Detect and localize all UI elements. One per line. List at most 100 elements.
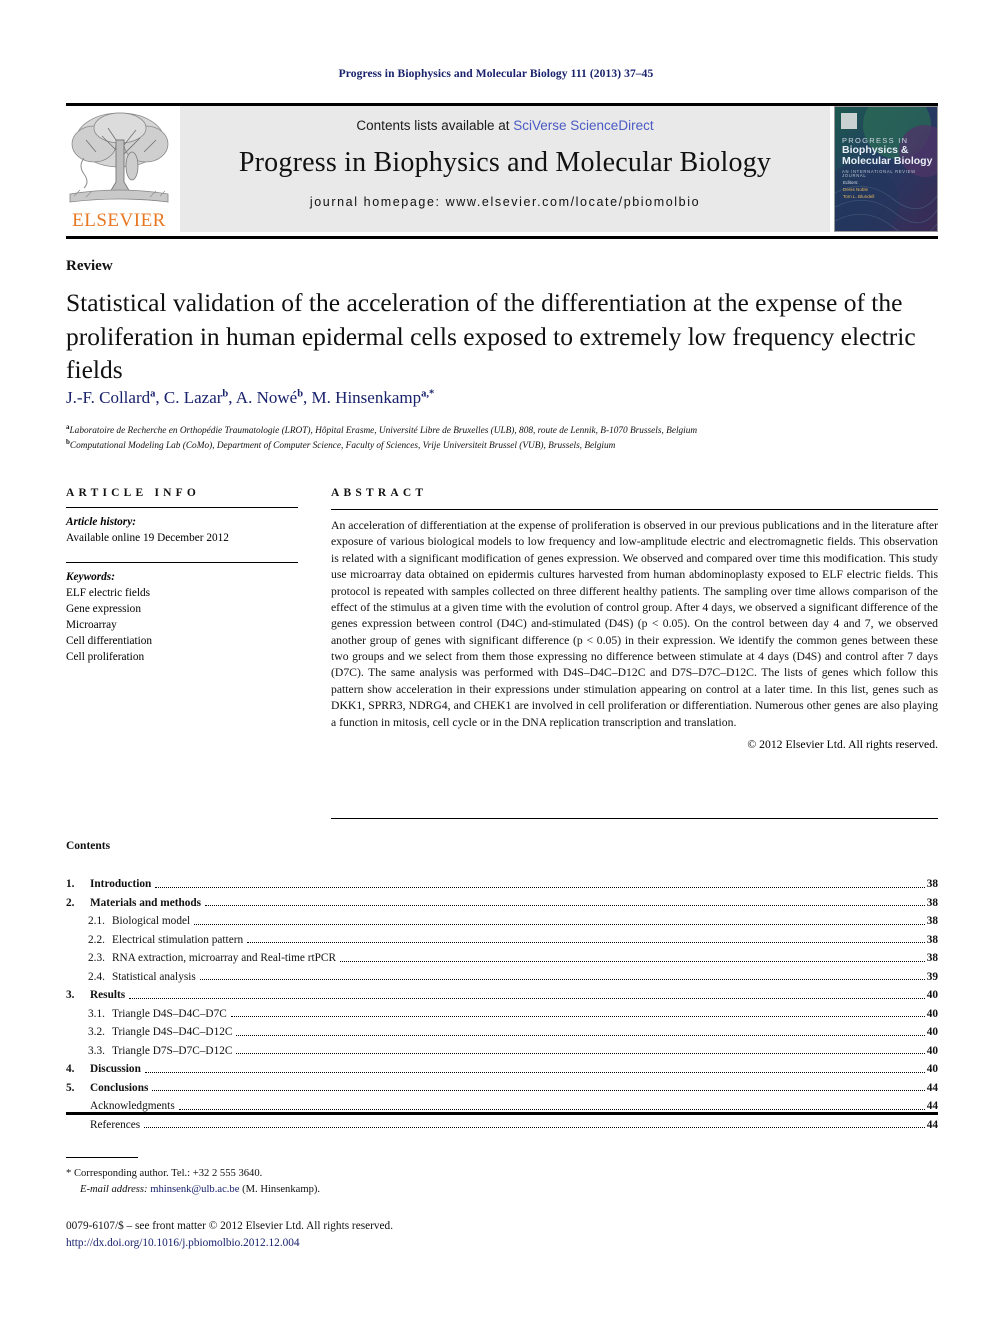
keywords-label: Keywords: xyxy=(66,571,115,584)
toc-row[interactable]: 2.4. Statistical analysis 39 xyxy=(66,965,938,984)
table-of-contents: 1. Introduction 38 2. Materials and methods 3… xyxy=(66,872,938,1131)
page-title: Statistical validation of the accelerati… xyxy=(66,288,916,385)
toc-page-number: 38 xyxy=(926,896,938,909)
toc-leader-dots xyxy=(247,942,925,943)
toc-leader-dots xyxy=(144,1127,925,1128)
article-info-heading: ARTICLE INFO xyxy=(66,487,201,499)
email-link[interactable]: mhinsenk@ulb.ac.be xyxy=(150,1184,239,1195)
author-list: J.-F. Collarda, C. Lazarb, A. Nowéb, M. … xyxy=(66,388,435,407)
toc-row[interactable]: 1. Introduction 38 xyxy=(66,872,938,891)
toc-row[interactable]: References 44 xyxy=(66,1113,938,1132)
toc-page-number: 44 xyxy=(926,1118,938,1131)
keyword-item: Cell differentiation xyxy=(66,635,153,648)
article-type-label: Review xyxy=(66,258,113,274)
toc-label[interactable]: Triangle D4S–D4C–D7C xyxy=(112,1008,227,1020)
toc-leader-dots xyxy=(230,1016,925,1017)
affiliation-b-text: Computational Modeling Lab (CoMo), Depar… xyxy=(69,441,616,452)
sciencedirect-link[interactable]: SciVerse ScienceDirect xyxy=(513,118,653,133)
masthead: ELSEVIER Contents lists available at Sci… xyxy=(66,106,938,232)
toc-label[interactable]: Electrical stimulation pattern xyxy=(112,934,243,946)
email-line: E-mail address: mhinsenk@ulb.ac.be (M. H… xyxy=(66,1182,566,1198)
toc-page-number: 40 xyxy=(926,1026,938,1039)
toc-page-number: 38 xyxy=(926,915,938,928)
abstract-rule-top xyxy=(331,509,938,510)
toc-row[interactable]: 2.2. Electrical stimulation pattern 38 xyxy=(66,928,938,947)
toc-number: 5. xyxy=(66,1081,75,1094)
corresponding-author-note: * Corresponding author. Tel.: +32 2 555 … xyxy=(66,1166,566,1199)
cover-editor-2: Tom L. Blundell xyxy=(843,194,875,200)
toc-page-number: 38 xyxy=(926,952,938,965)
toc-number: 4. xyxy=(66,1063,75,1076)
toc-page-number: 38 xyxy=(926,933,938,946)
toc-label[interactable]: Acknowledgments xyxy=(90,1100,175,1112)
running-head: Progress in Biophysics and Molecular Bio… xyxy=(338,68,654,80)
toc-label[interactable]: Conclusions xyxy=(90,1082,148,1094)
journal-homepage-link[interactable]: journal homepage: www.elsevier.com/locat… xyxy=(180,195,830,209)
toc-row[interactable]: 4. Discussion 40 xyxy=(66,1057,938,1076)
journal-cover-thumbnail: PROGRESS IN Biophysics & Molecular Biolo… xyxy=(834,106,938,232)
toc-number: 3.2. xyxy=(88,1026,105,1039)
cover-editor-1: Denis Noble xyxy=(843,187,869,193)
toc-number: 2.2. xyxy=(88,933,105,946)
affiliation-a-text: Laboratoire de Recherche en Orthopédie T… xyxy=(69,426,698,437)
contents-available-line: Contents lists available at SciVerse Sci… xyxy=(180,118,830,133)
article-info-column: ARTICLE INFO Article history: Available … xyxy=(66,487,298,665)
toc-page-number: 38 xyxy=(926,878,938,891)
cover-line-3: Molecular Biology xyxy=(842,155,933,168)
toc-number: 3.1. xyxy=(88,1007,105,1020)
toc-leader-dots xyxy=(178,1108,925,1110)
toc-number: 2.4. xyxy=(88,970,105,983)
toc-label[interactable]: Discussion xyxy=(90,1063,141,1075)
elsevier-wordmark: ELSEVIER xyxy=(72,210,166,231)
cover-title-block: PROGRESS IN Biophysics & Molecular Biolo… xyxy=(842,136,934,179)
toc-label[interactable]: Biological model xyxy=(112,915,190,927)
cover-editors-label: Editors: xyxy=(843,180,859,185)
journal-band: Contents lists available at SciVerse Sci… xyxy=(180,106,830,232)
toc-label[interactable]: Triangle D4S–D4C–D12C xyxy=(112,1026,232,1038)
elsevier-logo: ELSEVIER xyxy=(66,106,172,232)
keyword-item: ELF electric fields xyxy=(66,587,151,600)
toc-page-number: 40 xyxy=(926,1044,938,1057)
toc-label[interactable]: RNA extraction, microarray and Real-time… xyxy=(112,952,336,964)
toc-leader-dots xyxy=(236,1034,925,1036)
email-suffix: (M. Hinsenkamp). xyxy=(242,1184,321,1196)
toc-leader-dots xyxy=(205,905,925,906)
toc-leader-dots xyxy=(340,960,925,962)
toc-page-number: 44 xyxy=(926,1100,938,1113)
toc-label[interactable]: Statistical analysis xyxy=(112,971,196,983)
toc-number: 3.3. xyxy=(88,1044,105,1057)
keywords-block: Keywords: ELF electric fields Gene expre… xyxy=(66,563,298,665)
toc-label[interactable]: References xyxy=(90,1119,140,1131)
toc-row[interactable]: 3.1. Triangle D4S–D4C–D7C 40 xyxy=(66,1002,938,1021)
toc-row[interactable]: 3.3. Triangle D7S–D7C–D12C 40 xyxy=(66,1039,938,1058)
toc-leader-dots xyxy=(194,923,925,925)
article-history-block: Article history: Available online 19 Dec… xyxy=(66,508,298,554)
toc-row[interactable]: 5. Conclusions 44 xyxy=(66,1076,938,1095)
toc-leader-dots xyxy=(129,997,925,999)
toc-number: 3. xyxy=(66,989,75,1002)
toc-row[interactable]: 3. Results 40 xyxy=(66,983,938,1002)
toc-row[interactable]: 2.3. RNA extraction, microarray and Real-… xyxy=(66,946,938,965)
toc-label[interactable]: Triangle D7S–D7C–D12C xyxy=(112,1045,232,1057)
toc-label[interactable]: Introduction xyxy=(90,878,151,890)
abstract-copyright: © 2012 Elsevier Ltd. All rights reserved… xyxy=(747,737,938,751)
toc-page-number: 40 xyxy=(926,1007,938,1020)
corresponding-author-line: * Corresponding author. Tel.: +32 2 555 … xyxy=(66,1168,263,1179)
cover-line-4: AN INTERNATIONAL REVIEW JOURNAL xyxy=(842,168,916,179)
footer-rule xyxy=(66,1112,938,1115)
keyword-item: Gene expression xyxy=(66,603,141,616)
toc-number: 1. xyxy=(66,878,75,891)
issn-copyright-line: 0079-6107/$ – see front matter © 2012 El… xyxy=(66,1220,394,1232)
toc-row[interactable]: 2.1. Biological model 38 xyxy=(66,909,938,928)
toc-number: 2.3. xyxy=(88,952,105,965)
journal-first-page: Progress in Biophysics and Molecular Bio… xyxy=(0,0,992,1323)
article-history-value: Available online 19 December 2012 xyxy=(66,532,229,545)
toc-label[interactable]: Materials and methods xyxy=(90,897,201,909)
doi-link[interactable]: http://dx.doi.org/10.1016/j.pbiomolbio.2… xyxy=(66,1237,300,1249)
toc-label[interactable]: Results xyxy=(90,989,125,1001)
contents-heading: Contents xyxy=(66,840,111,852)
toc-row[interactable]: 2. Materials and methods 38 xyxy=(66,891,938,910)
toc-row[interactable]: Acknowledgments 44 xyxy=(66,1094,938,1113)
keyword-item: Cell proliferation xyxy=(66,651,145,664)
toc-row[interactable]: 3.2. Triangle D4S–D4C–D12C 40 xyxy=(66,1020,938,1039)
